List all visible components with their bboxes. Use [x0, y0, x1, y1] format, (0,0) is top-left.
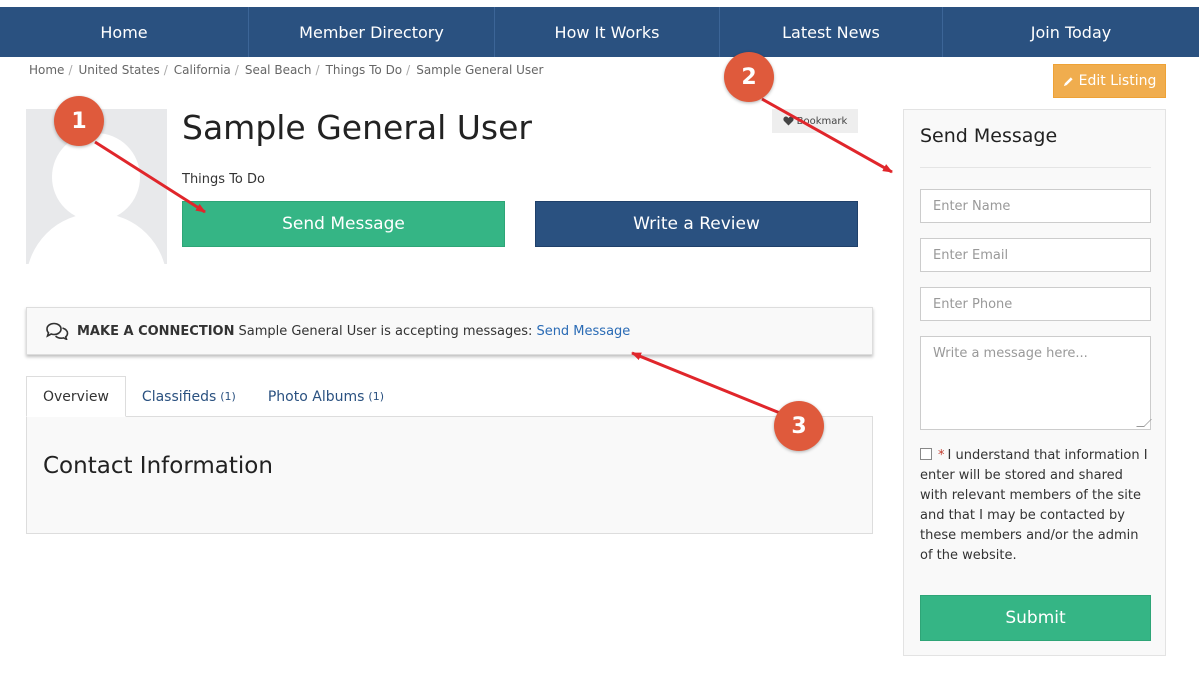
tab-overview[interactable]: Overview — [26, 376, 126, 417]
contact-information-heading: Contact Information — [43, 453, 273, 479]
nav-item-join-today[interactable]: Join Today — [943, 7, 1199, 57]
nav-item-home[interactable]: Home — [0, 7, 249, 57]
tab-classifieds[interactable]: Classifieds (1) — [126, 376, 252, 417]
consent-text: I understand that information I enter wi… — [920, 448, 1148, 563]
annotation-badge-3: 3 — [774, 401, 824, 451]
consent-checkbox[interactable] — [920, 448, 932, 460]
tab-photo-albums[interactable]: Photo Albums (1) — [252, 376, 400, 417]
edit-listing-button[interactable]: Edit Listing — [1053, 64, 1166, 98]
breadcrumb: Home / United States / California / Seal Beach… — [29, 63, 543, 77]
tab-classifieds-count: (1) — [220, 390, 236, 403]
submit-button[interactable]: Submit — [920, 595, 1151, 641]
phone-input[interactable]: Enter Phone — [920, 287, 1151, 321]
connection-heading: MAKE A CONNECTION — [77, 323, 235, 339]
consent-block: * I understand that information I enter w… — [920, 446, 1151, 566]
page-title: Sample General User — [182, 108, 532, 147]
breadcrumb-separator: / — [68, 63, 73, 77]
breadcrumb-separator: / — [406, 63, 411, 77]
sidebar-title: Send Message — [920, 125, 1058, 147]
tab-photo-albums-label: Photo Albums — [267, 388, 365, 405]
breadcrumb-seal-beach[interactable]: Seal Beach — [245, 63, 312, 77]
make-connection-bar: MAKE A CONNECTION Sample General User is… — [26, 307, 873, 355]
tab-overview-label: Overview — [43, 388, 109, 405]
avatar-head — [52, 133, 140, 221]
profile-tabs: Overview Classifieds (1) Photo Albums (1) — [26, 376, 400, 417]
annotation-arrow-3 — [631, 351, 781, 415]
breadcrumb-separator: / — [315, 63, 320, 77]
overview-panel: Contact Information — [26, 416, 873, 534]
tab-classifieds-label: Classifieds — [141, 388, 217, 405]
breadcrumb-home[interactable]: Home — [29, 63, 64, 77]
nav-item-member-directory[interactable]: Member Directory — [249, 7, 495, 57]
breadcrumb-united-states[interactable]: United States — [78, 63, 159, 77]
breadcrumb-current: Sample General User — [416, 63, 544, 77]
write-review-button[interactable]: Write a Review — [535, 201, 858, 247]
profile-category[interactable]: Things To Do — [182, 172, 265, 187]
send-message-button[interactable]: Send Message — [182, 201, 505, 247]
bookmark-label: Bookmark — [796, 115, 848, 127]
edit-listing-label: Edit Listing — [1078, 73, 1157, 89]
heart-icon — [783, 116, 794, 126]
main-nav: Home Member Directory How It Works Lates… — [0, 7, 1199, 57]
bookmark-button[interactable]: Bookmark — [772, 109, 858, 133]
breadcrumb-separator: / — [234, 63, 239, 77]
breadcrumb-california[interactable]: California — [174, 63, 231, 77]
breadcrumb-separator: / — [163, 63, 168, 77]
avatar-shoulders — [26, 213, 167, 264]
tab-photo-albums-count: (1) — [368, 390, 384, 403]
message-placeholder: Write a message here... — [933, 346, 1088, 361]
chat-bubbles-icon — [46, 322, 69, 340]
email-input[interactable]: Enter Email — [920, 238, 1151, 272]
connection-send-message-link[interactable]: Send Message — [536, 324, 630, 339]
annotation-badge-2: 2 — [724, 52, 774, 102]
send-message-sidebar: Send Message Enter Name Enter Email Ente… — [903, 109, 1166, 656]
nav-item-latest-news[interactable]: Latest News — [720, 7, 943, 57]
resize-handle-icon[interactable] — [1136, 419, 1152, 427]
divider — [920, 167, 1151, 168]
connection-text: Sample General User is accepting message… — [238, 323, 533, 339]
nav-item-how-it-works[interactable]: How It Works — [495, 7, 720, 57]
name-input[interactable]: Enter Name — [920, 189, 1151, 223]
breadcrumb-things-to-do[interactable]: Things To Do — [326, 63, 403, 77]
annotation-badge-1: 1 — [54, 96, 104, 146]
message-textarea[interactable]: Write a message here... — [920, 336, 1152, 430]
pencil-icon — [1063, 76, 1073, 86]
required-asterisk: * — [938, 448, 945, 463]
